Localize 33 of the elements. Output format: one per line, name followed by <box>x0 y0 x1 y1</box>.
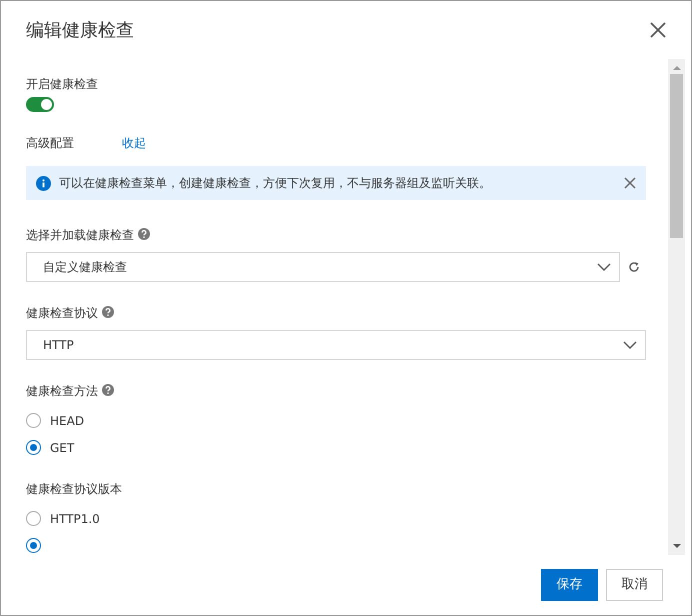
field-label: 健康检查协议版本 <box>26 481 122 498</box>
select-field[interactable]: 自定义健康检查 <box>26 252 620 282</box>
field-label: 健康检查方法 <box>26 383 98 400</box>
option-label: GET <box>50 440 74 456</box>
dialog-title: 编辑健康检查 <box>26 18 134 42</box>
field-label: 健康检查协议 <box>26 305 98 322</box>
refresh-icon[interactable] <box>628 261 640 273</box>
scroll-down-icon[interactable] <box>672 543 680 549</box>
field-label: 高级配置 <box>26 135 74 152</box>
radio-button[interactable] <box>26 538 41 553</box>
field-label: 选择并加载健康检查 <box>26 227 134 244</box>
alert-text: 可以在健康检查菜单，创建健康检查，方便下次复用，不与服务器组及监听关联。 <box>59 175 492 192</box>
radio-button[interactable] <box>26 440 41 455</box>
help-icon[interactable] <box>102 384 114 396</box>
collapse-link[interactable]: 收起 <box>122 134 146 152</box>
option-label: HEAD <box>50 412 84 430</box>
radio-button[interactable] <box>26 511 41 526</box>
radio-button[interactable] <box>26 413 41 428</box>
toggle-switch[interactable] <box>26 97 54 112</box>
select-field[interactable]: HTTP <box>26 330 646 360</box>
cancel-button[interactable]: 取消 <box>606 569 663 601</box>
chevron-down-icon <box>623 341 637 349</box>
save-button[interactable]: 保存 <box>541 569 598 601</box>
scrollbar-thumb[interactable] <box>670 74 683 238</box>
field-label: 开启健康检查 <box>26 76 98 93</box>
chevron-down-icon <box>597 263 611 271</box>
close-button[interactable] <box>624 177 636 189</box>
help-icon[interactable] <box>138 228 150 240</box>
info-icon <box>36 176 51 190</box>
help-icon[interactable] <box>102 306 114 318</box>
close-button[interactable] <box>649 21 667 39</box>
option-label: HTTP1.0 <box>50 510 100 528</box>
scroll-up-icon[interactable] <box>672 65 680 71</box>
